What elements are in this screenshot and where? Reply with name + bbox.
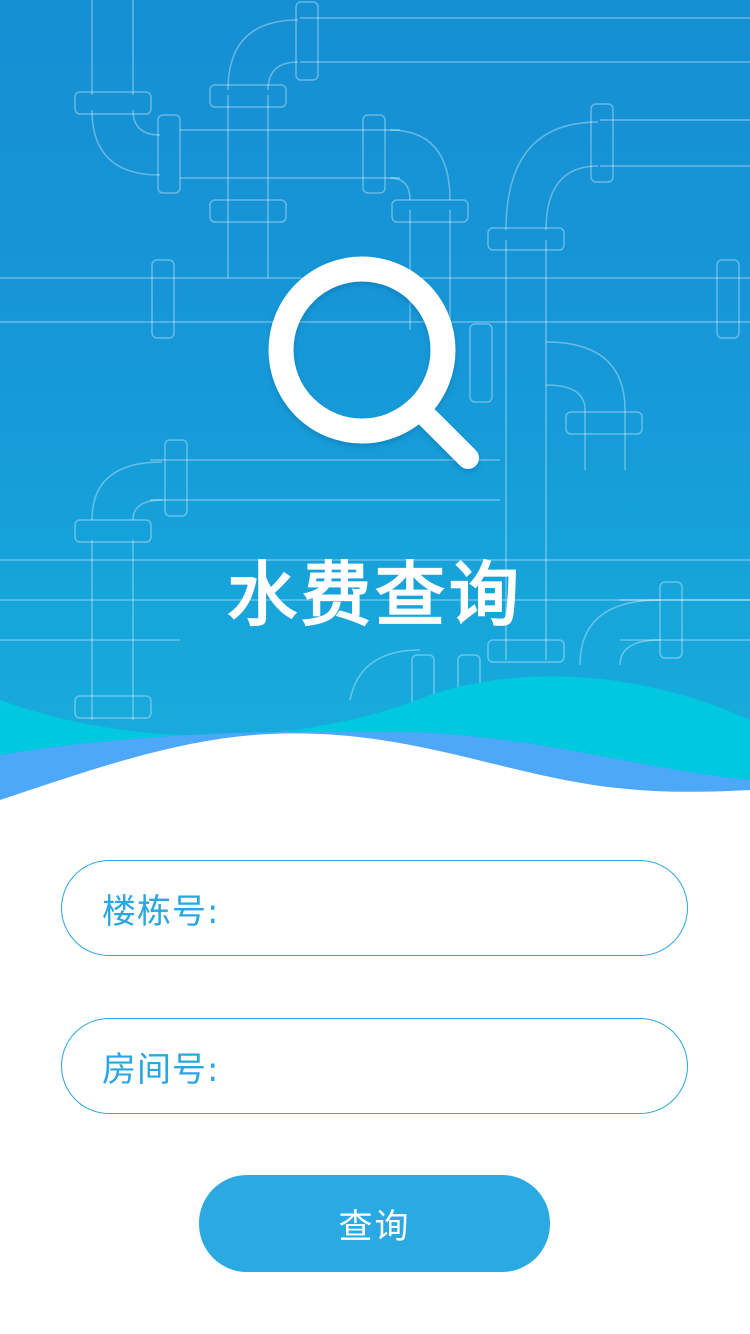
water-fee-query-page: 水费查询 楼栋号: 房间号: 查询 <box>0 0 750 1334</box>
room-number-field[interactable]: 房间号: <box>61 1018 688 1114</box>
page-title: 水费查询 <box>227 554 523 636</box>
wave-divider <box>0 676 750 820</box>
magnifier-icon <box>268 256 479 469</box>
building-number-label: 楼栋号: <box>102 891 220 932</box>
room-number-label: 房间号: <box>102 1049 220 1090</box>
query-button[interactable]: 查询 <box>199 1175 550 1272</box>
building-number-field[interactable]: 楼栋号: <box>61 860 688 956</box>
room-number-input[interactable] <box>219 1036 687 1096</box>
building-number-input[interactable] <box>219 878 687 938</box>
